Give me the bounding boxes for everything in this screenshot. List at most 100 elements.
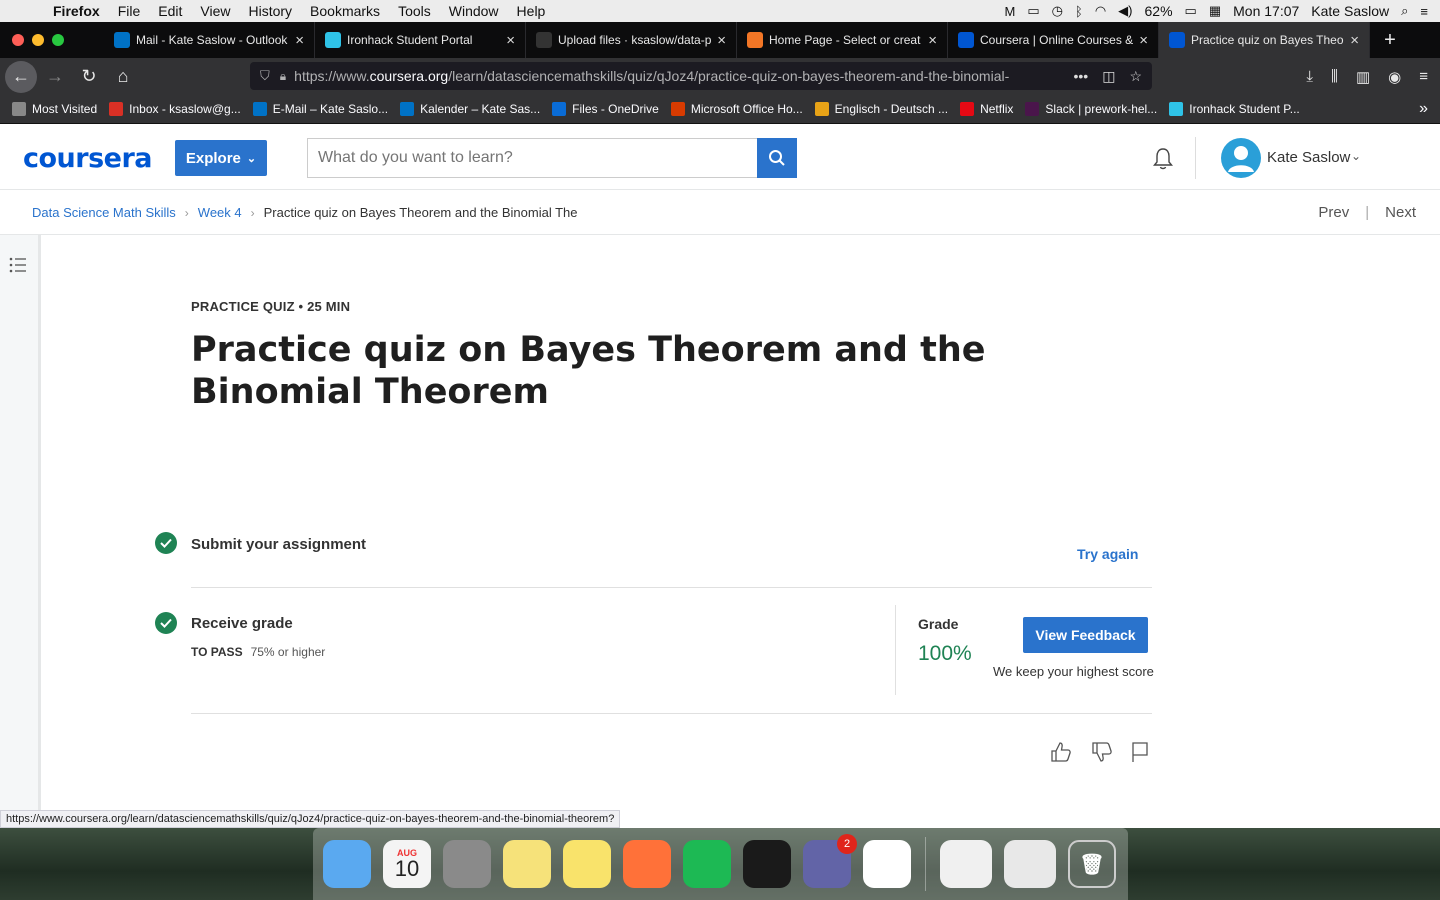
new-tab-button[interactable]: + xyxy=(1370,22,1410,58)
back-button[interactable]: ← xyxy=(5,60,37,93)
url-text[interactable]: https://www.coursera.org/learn/datascien… xyxy=(294,68,1054,84)
calendar-icon[interactable]: AUG 10 xyxy=(383,840,431,888)
volume-icon[interactable]: ◀) xyxy=(1118,3,1132,19)
user-name[interactable]: Kate Saslow xyxy=(1267,149,1350,166)
battery-percent[interactable]: 62% xyxy=(1145,3,1173,19)
home-button[interactable]: ⌂ xyxy=(107,61,139,93)
notifications-bell-icon[interactable] xyxy=(1150,146,1176,172)
thumbs-down-icon[interactable] xyxy=(1090,740,1114,764)
next-link[interactable]: Next xyxy=(1385,204,1416,221)
bookmark-item[interactable]: Netflix xyxy=(960,102,1013,116)
system-preferences-icon[interactable] xyxy=(443,840,491,888)
menu-history[interactable]: History xyxy=(239,3,301,19)
close-tab-icon[interactable]: × xyxy=(295,32,304,49)
explore-button[interactable]: Explore ⌄ xyxy=(175,140,267,176)
time-machine-icon[interactable]: ◷ xyxy=(1052,3,1063,19)
breadcrumb-current: Practice quiz on Bayes Theorem and the B… xyxy=(263,205,578,220)
maximize-window-button[interactable] xyxy=(52,34,64,46)
avatar[interactable] xyxy=(1221,138,1261,178)
menu-view[interactable]: View xyxy=(191,3,239,19)
breadcrumb-week-link[interactable]: Week 4 xyxy=(198,205,242,220)
close-window-button[interactable] xyxy=(12,34,24,46)
browser-tab[interactable]: Home Page - Select or creat × xyxy=(737,22,948,58)
flag-icon[interactable] xyxy=(1128,740,1152,764)
lock-icon[interactable]: 🔒︎ xyxy=(280,69,286,84)
notification-center-icon[interactable]: ≡ xyxy=(1420,4,1428,19)
reload-button[interactable]: ↻ xyxy=(73,61,105,93)
hamburger-menu-icon[interactable]: ≡ xyxy=(1419,68,1428,85)
browser-tab[interactable]: Mail - Kate Saslow - Outlook × xyxy=(104,22,315,58)
clock[interactable]: Mon 17:07 xyxy=(1233,3,1299,19)
library-icon[interactable]: ⫼ xyxy=(1331,68,1338,85)
breadcrumb-course-link[interactable]: Data Science Math Skills xyxy=(32,205,176,220)
bookmark-label: Files - OneDrive xyxy=(572,102,659,116)
shield-icon[interactable]: ⛉ xyxy=(260,68,270,84)
pocket-icon[interactable]: ◫ xyxy=(1102,68,1115,85)
wifi-icon[interactable]: ◠ xyxy=(1095,3,1106,19)
slack-icon[interactable] xyxy=(863,840,911,888)
menu-tools[interactable]: Tools xyxy=(389,3,440,19)
prev-link[interactable]: Prev xyxy=(1318,204,1349,221)
view-feedback-button[interactable]: View Feedback xyxy=(1023,617,1148,653)
menu-window[interactable]: Window xyxy=(440,3,508,19)
bookmark-item[interactable]: Microsoft Office Ho... xyxy=(670,102,803,116)
browser-tab[interactable]: Coursera | Online Courses & × xyxy=(948,22,1159,58)
sidebar-toggle-icon[interactable]: ▥ xyxy=(1356,68,1370,86)
search-button[interactable] xyxy=(757,138,797,178)
account-icon[interactable]: ◉ xyxy=(1388,68,1401,86)
course-outline-icon[interactable] xyxy=(8,255,28,275)
minimize-window-button[interactable] xyxy=(32,34,44,46)
bluetooth-icon[interactable]: ᛒ xyxy=(1075,4,1083,19)
browser-tab[interactable]: Upload files · ksaslow/data-p × xyxy=(526,22,737,58)
bookmark-label: Inbox - ksaslow@g... xyxy=(129,102,241,116)
bookmark-label: Slack | prework-hel... xyxy=(1045,102,1158,116)
close-tab-icon[interactable]: × xyxy=(506,32,515,49)
window-thumbnail-slack[interactable] xyxy=(1004,840,1056,888)
bookmark-item[interactable]: Slack | prework-hel... xyxy=(1025,102,1157,116)
bookmark-item[interactable]: E-Mail – Kate Saslo... xyxy=(252,102,388,116)
browser-tab[interactable]: Practice quiz on Bayes Theor × xyxy=(1159,22,1370,58)
firefox-icon[interactable] xyxy=(623,840,671,888)
search-input[interactable] xyxy=(307,138,757,178)
terminal-icon[interactable] xyxy=(743,840,791,888)
bookmark-item[interactable]: Kalender – Kate Sas... xyxy=(400,102,540,116)
coursera-logo[interactable]: coursera xyxy=(23,143,153,174)
spotlight-search-icon[interactable]: ⌕ xyxy=(1401,3,1408,19)
bookmark-item[interactable]: Files - OneDrive xyxy=(552,102,659,116)
bookmark-item[interactable]: Most Visited xyxy=(12,102,97,116)
stickies-icon[interactable] xyxy=(503,840,551,888)
bookmark-item[interactable]: Inbox - ksaslow@g... xyxy=(109,102,241,116)
thumbs-up-icon[interactable] xyxy=(1049,740,1073,764)
bookmark-star-icon[interactable]: ☆ xyxy=(1129,68,1142,85)
browser-tab[interactable]: Ironhack Student Portal × xyxy=(315,22,526,58)
forward-button[interactable]: → xyxy=(39,61,71,93)
notes-icon[interactable] xyxy=(563,840,611,888)
trash-icon[interactable]: 🗑︎ xyxy=(1068,840,1116,888)
close-tab-icon[interactable]: × xyxy=(717,32,726,49)
app-menu[interactable]: Firefox xyxy=(44,3,109,19)
close-tab-icon[interactable]: × xyxy=(1350,32,1359,49)
try-again-link[interactable]: Try again xyxy=(1077,546,1138,562)
page-actions-icon[interactable]: ••• xyxy=(1073,68,1088,85)
bookmark-item[interactable]: Englisch - Deutsch ... xyxy=(814,102,948,116)
menu-edit[interactable]: Edit xyxy=(149,3,191,19)
window-thumbnail-teams[interactable] xyxy=(940,840,992,888)
menu-file[interactable]: File xyxy=(109,3,150,19)
menubar-user[interactable]: Kate Saslow xyxy=(1311,3,1389,19)
malwarebytes-icon[interactable]: M xyxy=(1005,4,1016,19)
us-flag-icon[interactable]: ▦ xyxy=(1209,3,1221,19)
downloads-icon[interactable]: ⤓ xyxy=(1306,68,1313,85)
spotify-icon[interactable] xyxy=(683,840,731,888)
chevron-down-icon[interactable]: ⌄ xyxy=(1351,149,1361,163)
url-bar[interactable]: ⛉ 🔒︎ https://www.coursera.org/learn/data… xyxy=(250,62,1152,90)
teams-icon[interactable]: 2 xyxy=(803,834,857,888)
battery-icon[interactable]: ▭ xyxy=(1185,3,1197,19)
bookmark-item[interactable]: Ironhack Student P... xyxy=(1169,102,1300,116)
close-tab-icon[interactable]: × xyxy=(928,32,937,49)
finder-icon[interactable] xyxy=(323,840,371,888)
menu-help[interactable]: Help xyxy=(508,3,555,19)
airplay-icon[interactable]: ▭ xyxy=(1027,3,1039,19)
menu-bookmarks[interactable]: Bookmarks xyxy=(301,3,389,19)
close-tab-icon[interactable]: × xyxy=(1139,32,1148,49)
bookmarks-overflow-icon[interactable]: » xyxy=(1419,100,1440,118)
